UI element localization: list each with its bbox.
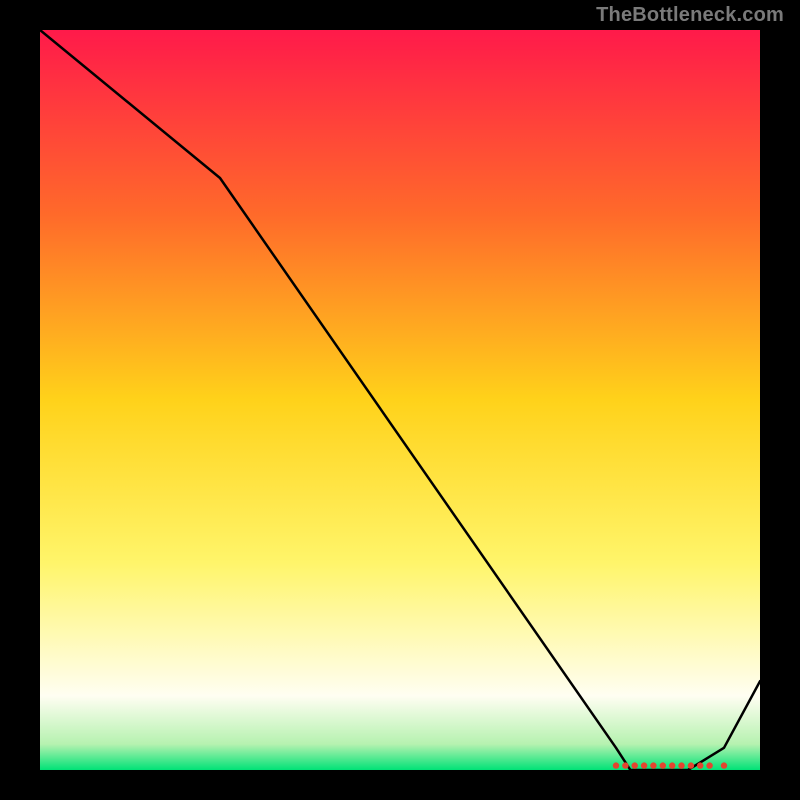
marker-dot: [697, 762, 703, 768]
marker-dot: [641, 762, 647, 768]
marker-dot: [660, 762, 666, 768]
marker-dot: [632, 762, 638, 768]
marker-dot: [669, 762, 675, 768]
chart-svg: [40, 30, 760, 770]
marker-dot: [613, 762, 619, 768]
marker-dot: [650, 762, 656, 768]
marker-dot: [706, 762, 712, 768]
watermark-text: TheBottleneck.com: [596, 4, 784, 27]
marker-dot: [688, 762, 694, 768]
marker-dot: [678, 762, 684, 768]
chart-frame: TheBottleneck.com: [0, 0, 800, 800]
marker-dot: [721, 762, 727, 768]
marker-dot: [622, 762, 628, 768]
chart-background: [40, 30, 760, 770]
plot-area: [40, 30, 760, 770]
